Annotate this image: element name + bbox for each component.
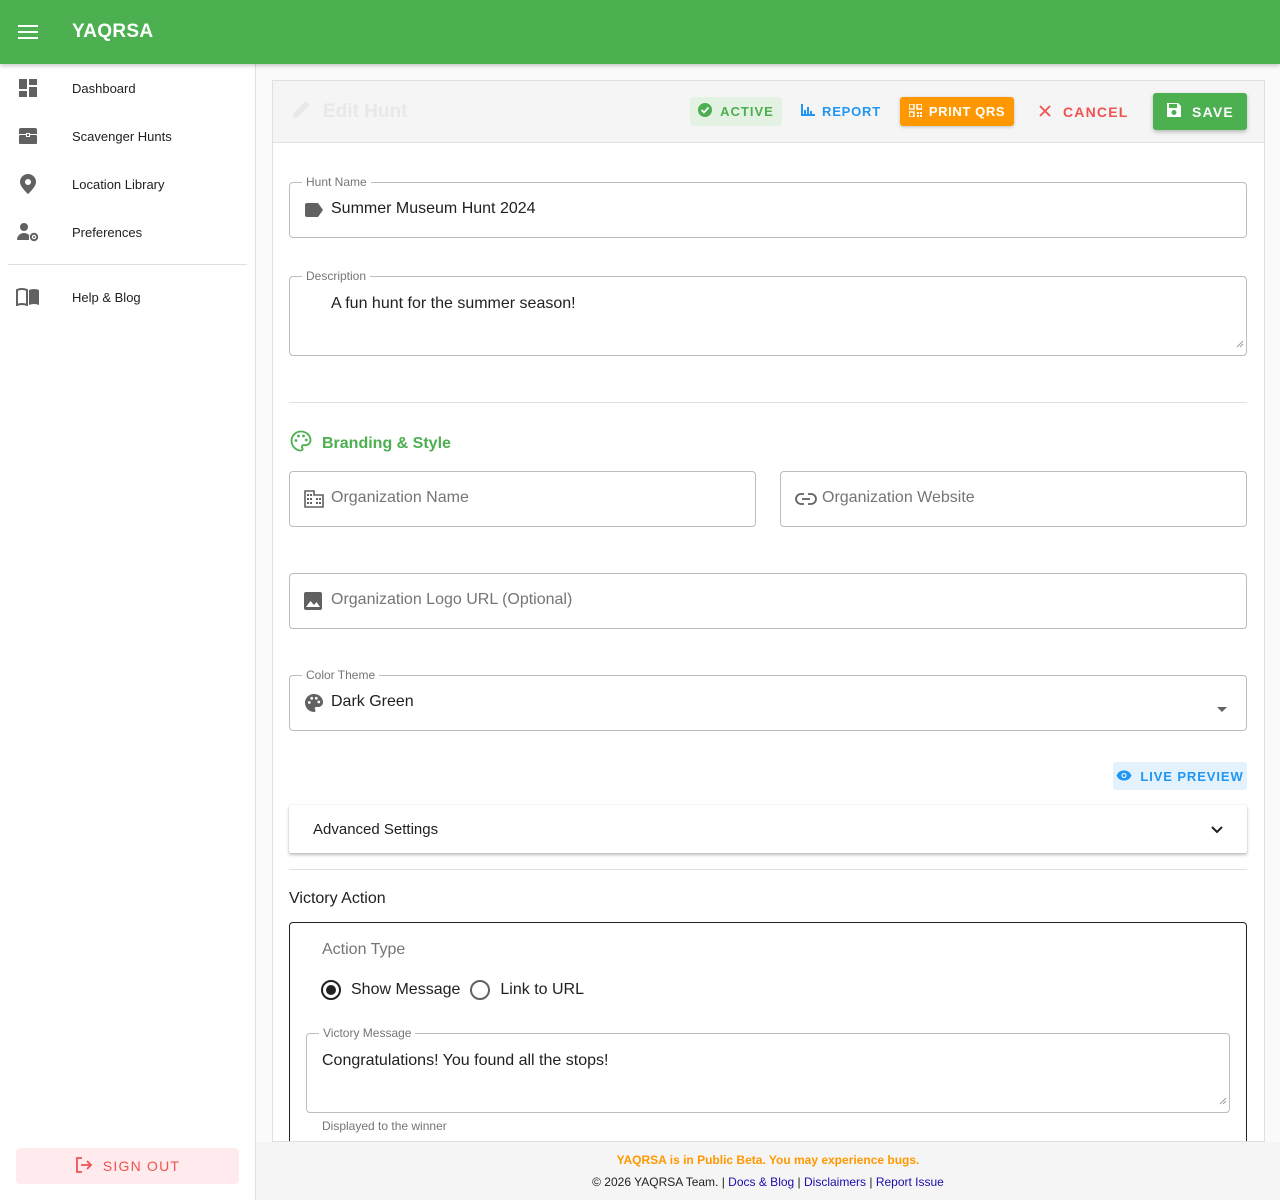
sidebar-item-label: Scavenger Hunts xyxy=(72,128,172,144)
print-qrs-button[interactable]: PRINT QRS xyxy=(900,97,1014,126)
organization-website-input[interactable]: Organization Website xyxy=(822,489,975,507)
sidebar: Dashboard Scavenger Hunts Location Libra… xyxy=(0,64,256,1200)
live-preview-button[interactable]: LIVE PREVIEW xyxy=(1113,762,1247,790)
logout-icon xyxy=(75,1156,93,1176)
treasure-chest-icon xyxy=(0,127,56,145)
color-theme-value: Dark Green xyxy=(331,693,414,710)
close-icon xyxy=(1039,104,1051,120)
book-icon xyxy=(0,288,56,306)
print-label: PRINT QRS xyxy=(928,104,1006,119)
link-to-url-label[interactable]: Link to URL xyxy=(500,981,584,999)
resize-handle-icon[interactable] xyxy=(1236,335,1244,353)
sidebar-item-help[interactable]: Help & Blog xyxy=(0,273,255,321)
show-message-radio[interactable] xyxy=(321,980,341,1000)
hunt-name-input[interactable]: Summer Museum Hunt 2024 xyxy=(331,200,536,218)
cancel-button[interactable]: CANCEL xyxy=(1039,97,1129,126)
report-button[interactable]: REPORT xyxy=(801,97,881,126)
show-message-label[interactable]: Show Message xyxy=(351,981,460,999)
save-label: SAVE xyxy=(1192,103,1234,120)
advanced-settings-label: Advanced Settings xyxy=(313,820,439,838)
beta-notice: YAQRSA is in Public Beta. You may experi… xyxy=(616,1153,920,1167)
organization-name-input[interactable]: Organization Name xyxy=(331,489,469,507)
eye-icon xyxy=(1116,769,1132,784)
check-circle-icon xyxy=(698,103,713,120)
sidebar-item-label: Preferences xyxy=(72,224,143,240)
image-icon xyxy=(304,592,322,610)
floppy-icon xyxy=(1166,102,1182,121)
sidebar-item-label: Help & Blog xyxy=(72,289,141,305)
user-settings-icon xyxy=(0,222,56,242)
app-bar: YAQRSA xyxy=(0,0,1280,64)
cancel-label: CANCEL xyxy=(1063,103,1129,120)
bar-chart-icon xyxy=(801,104,815,119)
organization-name-field[interactable]: Organization Name xyxy=(289,471,756,527)
sidebar-divider xyxy=(8,264,247,265)
advanced-settings-panel[interactable]: Advanced Settings xyxy=(289,805,1247,853)
sidebar-item-label: Location Library xyxy=(72,176,165,192)
color-theme-label: Color Theme xyxy=(302,668,380,682)
status-badge: ACTIVE xyxy=(690,97,782,126)
branding-title-text: Branding & Style xyxy=(322,434,451,452)
resize-handle-icon[interactable] xyxy=(1219,1092,1227,1110)
copyright-text: © 2026 YAQRSA Team. xyxy=(592,1175,719,1189)
dashboard-icon xyxy=(0,78,56,98)
sidebar-item-dashboard[interactable]: Dashboard xyxy=(0,64,255,112)
victory-message-field[interactable]: Victory Message Congratulations! You fou… xyxy=(306,1026,1230,1113)
action-type-label: Action Type xyxy=(322,941,406,958)
disclaimers-link[interactable]: Disclaimers xyxy=(804,1175,866,1189)
sidebar-item-preferences[interactable]: Preferences xyxy=(0,208,255,256)
card-header: Edit Hunt ACTIVE REPORT PRINT QRS CANCEL xyxy=(273,81,1264,143)
sidebar-item-location-library[interactable]: Location Library xyxy=(0,160,255,208)
victory-message-textarea[interactable]: Congratulations! You found all the stops… xyxy=(322,1052,608,1070)
page-title-text: Edit Hunt xyxy=(323,100,408,122)
description-textarea[interactable]: A fun hunt for the summer season! xyxy=(331,295,576,313)
hunt-name-label: Hunt Name xyxy=(302,175,371,189)
organization-logo-input[interactable]: Organization Logo URL (Optional) xyxy=(331,591,572,609)
report-issue-link[interactable]: Report Issue xyxy=(876,1175,944,1189)
link-icon xyxy=(795,493,817,505)
description-field[interactable]: Description A fun hunt for the summer se… xyxy=(289,269,1247,356)
section-divider xyxy=(289,869,1247,870)
sidebar-item-label: Dashboard xyxy=(72,80,136,96)
victory-action-title: Victory Action xyxy=(289,890,386,907)
link-to-url-radio[interactable] xyxy=(470,980,491,1000)
footer: YAQRSA is in Public Beta. You may experi… xyxy=(256,1142,1280,1200)
menu-icon[interactable] xyxy=(0,0,56,64)
description-label: Description xyxy=(302,269,371,283)
docs-blog-link[interactable]: Docs & Blog xyxy=(728,1175,794,1189)
report-label: REPORT xyxy=(822,104,881,119)
chevron-down-icon[interactable] xyxy=(1211,821,1223,838)
victory-message-label: Victory Message xyxy=(319,1026,416,1040)
color-theme-select[interactable]: Color Theme Dark Green xyxy=(289,668,1247,731)
victory-action-box: Action Type Show Message Link to URL Vic… xyxy=(289,922,1247,1141)
branding-section-title: Branding & Style xyxy=(290,430,451,457)
building-icon xyxy=(304,490,324,508)
sidebar-item-scavenger-hunts[interactable]: Scavenger Hunts xyxy=(0,112,255,160)
location-pin-icon xyxy=(0,173,56,195)
footer-copyright-line: © 2026 YAQRSA Team. | Docs & Blog | Disc… xyxy=(592,1175,944,1189)
hunt-name-field[interactable]: Hunt Name Summer Museum Hunt 2024 xyxy=(289,175,1247,238)
victory-message-hint: Displayed to the winner xyxy=(322,1119,447,1133)
sign-out-button[interactable]: SIGN OUT xyxy=(16,1148,239,1184)
label-tag-icon xyxy=(304,203,324,217)
page-title: Edit Hunt xyxy=(291,98,407,126)
status-label: ACTIVE xyxy=(720,104,774,119)
organization-logo-field[interactable]: Organization Logo URL (Optional) xyxy=(289,573,1247,629)
palette-icon xyxy=(304,693,324,713)
qr-code-icon xyxy=(908,102,923,120)
save-button[interactable]: SAVE xyxy=(1153,93,1247,130)
app-title: YAQRSA xyxy=(72,21,154,42)
sign-out-label: SIGN OUT xyxy=(102,1158,181,1174)
palette-icon xyxy=(290,430,312,457)
pencil-icon xyxy=(291,98,313,126)
live-preview-label: LIVE PREVIEW xyxy=(1140,768,1244,784)
organization-website-field[interactable]: Organization Website xyxy=(780,471,1247,527)
edit-hunt-card: Edit Hunt ACTIVE REPORT PRINT QRS CANCEL xyxy=(272,80,1265,1142)
dropdown-arrow-icon[interactable] xyxy=(1217,700,1227,718)
section-divider xyxy=(289,402,1247,403)
action-type-radio-group: Show Message Link to URL xyxy=(321,980,594,1000)
